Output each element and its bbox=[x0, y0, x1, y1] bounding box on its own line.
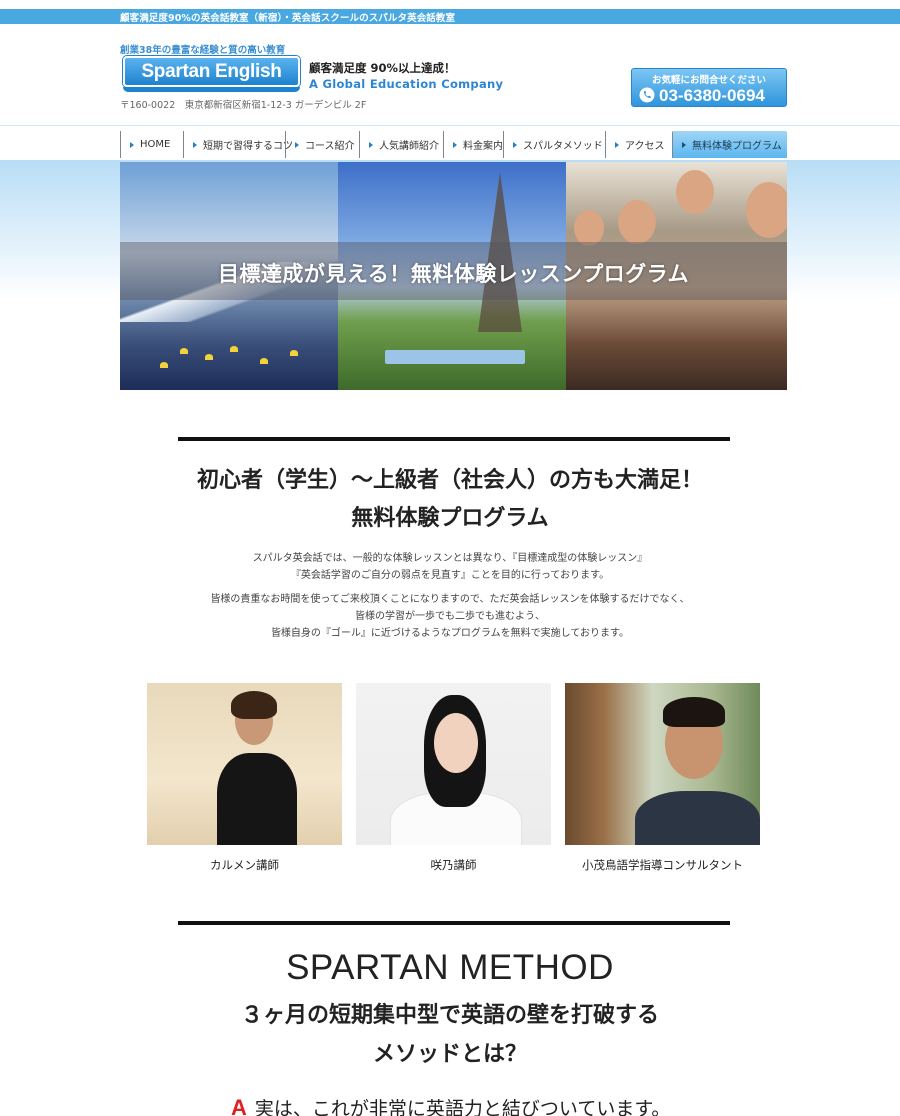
hero-pool-shape bbox=[385, 350, 525, 364]
header-divider bbox=[0, 125, 900, 126]
top-banner-text: 顧客満足度90%の英会話教室（新宿）・英会話スクールのスパルタ英会話教室 bbox=[120, 13, 456, 24]
nav-item-tips[interactable]: 短期で習得するコツ bbox=[183, 131, 293, 158]
intro-paragraph-line: 皆様自身の『ゴール』に近づけるようなプログラムを無料で実施しております。 bbox=[270, 628, 630, 639]
main-nav: HOME 短期で習得するコツ コース紹介 人気講師紹介 料金案内 スパルタメソッ… bbox=[120, 131, 787, 158]
nav-item-method[interactable]: スパルタメソッド bbox=[503, 131, 605, 158]
header-tagline: 創業38年の豊富な経験と質の高い教育 bbox=[120, 45, 286, 56]
intro-paragraph-line: 皆様の貴重なお時間を使ってご来校頂くことになりますので、ただ英会話レッスンを体験… bbox=[210, 594, 690, 605]
nav-item-label: スパルタメソッド bbox=[523, 141, 603, 152]
answer-mark: A bbox=[231, 1095, 247, 1116]
satisfaction-text: 顧客満足度 90%以上達成！ bbox=[309, 61, 456, 75]
logo-text: Spartan English bbox=[141, 61, 282, 82]
intro-paragraph-1: スパルタ英会話では、一般的な体験レッスンとは異なり、『目標達成型の体験レッスン』… bbox=[0, 550, 900, 584]
logo[interactable]: Spartan English bbox=[123, 56, 300, 87]
teacher-photo-carmen bbox=[147, 683, 342, 845]
company-slogan: A Global Education Company bbox=[309, 77, 504, 91]
arrow-icon bbox=[295, 141, 299, 148]
hero-title: 目標達成が見える！無料体験レッスンプログラム bbox=[217, 262, 690, 286]
arrow-icon bbox=[682, 141, 686, 148]
intro-paragraph-2: 皆様の貴重なお時間を使ってご来校頂くことになりますので、ただ英会話レッスンを体験… bbox=[0, 591, 900, 642]
intro-heading-line1: 初心者（学生）〜上級者（社会人）の方も大満足！ bbox=[196, 468, 703, 493]
nav-item-label: アクセス bbox=[625, 141, 665, 152]
answer-line: A 実は、これが非常に英語力と結びついています。 bbox=[231, 1094, 670, 1116]
nav-item-label: 無料体験プログラム bbox=[692, 141, 782, 152]
method-title: SPARTAN METHOD bbox=[286, 948, 614, 987]
nav-item-courses[interactable]: コース紹介 bbox=[285, 131, 359, 158]
intro-paragraph-line: スパルタ英会話では、一般的な体験レッスンとは異なり、『目標達成型の体験レッスン』 bbox=[252, 553, 648, 564]
nav-item-home[interactable]: HOME bbox=[120, 131, 183, 158]
nav-item-label: 短期で習得するコツ bbox=[203, 141, 293, 152]
nav-item-free-trial[interactable]: 無料体験プログラム bbox=[672, 131, 787, 158]
nav-item-label: HOME bbox=[140, 139, 171, 150]
arrow-icon bbox=[130, 141, 134, 148]
section-divider bbox=[178, 437, 730, 441]
section-divider bbox=[178, 921, 730, 925]
method-subtitle-line1: ３ヶ月の短期集中型で英語の壁を打破する bbox=[240, 1003, 659, 1028]
contact-phone-button[interactable]: お気軽にお問合せください 03-6380-0694 bbox=[631, 68, 787, 107]
contact-label: お気軽にお問合せください bbox=[651, 75, 766, 86]
nav-item-label: コース紹介 bbox=[305, 141, 355, 152]
arrow-icon bbox=[193, 141, 197, 148]
arrow-icon bbox=[615, 141, 619, 148]
phone-icon bbox=[639, 87, 655, 103]
nav-item-access[interactable]: アクセス bbox=[605, 131, 672, 158]
intro-heading-line2: 無料体験プログラム bbox=[351, 506, 549, 531]
teacher-photo-komodori bbox=[565, 683, 760, 845]
arrow-icon bbox=[453, 141, 457, 148]
intro-paragraph-line: 『英会話学習のご自分の弱点を見直す』ことを目的に行っております。 bbox=[290, 570, 610, 581]
method-subtitle-line2: メソッドとは？ bbox=[372, 1042, 527, 1067]
teacher-name: カルメン講師 bbox=[210, 858, 279, 872]
logo-underline bbox=[123, 87, 300, 92]
hero-banner: 目標達成が見える！無料体験レッスンプログラム bbox=[120, 162, 787, 390]
address: 〒160-0022 東京都新宿区新宿1-12-3 ガーデンビル 2F bbox=[120, 100, 367, 111]
phone-number: 03-6380-0694 bbox=[659, 86, 765, 105]
arrow-icon bbox=[513, 141, 517, 148]
arrow-icon bbox=[369, 141, 373, 148]
intro-paragraph-line: 皆様の学習が一歩でも二歩でも進むよう、 bbox=[355, 611, 545, 622]
nav-item-teachers[interactable]: 人気講師紹介 bbox=[359, 131, 443, 158]
teacher-photo-sakino bbox=[356, 683, 551, 845]
top-banner: 顧客満足度90%の英会話教室（新宿）・英会話スクールのスパルタ英会話教室 bbox=[0, 9, 900, 24]
answer-text: 実は、これが非常に英語力と結びついています。 bbox=[254, 1098, 671, 1116]
teacher-name: 咲乃講師 bbox=[430, 858, 477, 872]
nav-item-label: 人気講師紹介 bbox=[379, 141, 439, 152]
teacher-name: 小茂鳥語学指導コンサルタント bbox=[582, 858, 743, 872]
nav-item-label: 料金案内 bbox=[463, 141, 503, 152]
nav-item-pricing[interactable]: 料金案内 bbox=[443, 131, 503, 158]
